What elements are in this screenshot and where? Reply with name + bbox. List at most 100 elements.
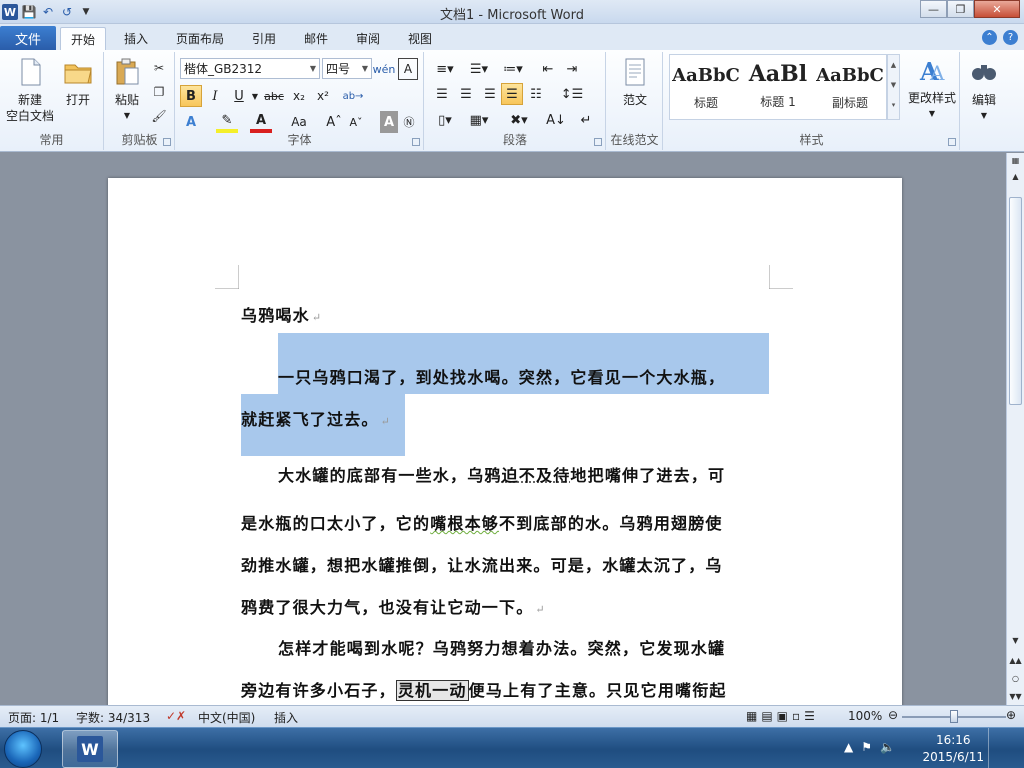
font-color-icon[interactable]: A [250,111,272,133]
enclose-characters-icon[interactable]: Ⓝ [400,111,418,133]
copy-icon[interactable]: ❐ [149,82,169,102]
show-hidden-icons-icon[interactable]: ▲ [844,740,853,754]
paragraph-2-line-3[interactable]: 劲推水罐，想把水罐推倒，让水流出来。可是，水罐太沉了，乌 [241,552,723,576]
style-heading-1[interactable]: AaBl 标题 1 [742,55,814,119]
change-styles-button[interactable]: AA 更改样式 ▼ [904,54,960,122]
italic-button[interactable]: I [204,85,226,107]
paragraph-3-line-1[interactable]: 怎样才能喝到水呢？乌鸦努力想着办法。突然，它发现水罐 [278,635,725,659]
editing-button[interactable]: 编辑 ▼ [966,56,1002,124]
show-desktop-button[interactable] [988,728,1024,768]
numbering-icon[interactable]: ☰▾ [465,58,493,80]
minimize-button[interactable]: — [920,0,947,18]
styles-gallery-scroll[interactable]: ▲ ▼ ▾ [887,54,900,120]
character-shading-icon[interactable]: A [380,111,398,133]
change-case-icon[interactable]: ab→ [342,85,364,107]
tab-home[interactable]: 开始 [60,27,107,50]
decrease-indent-icon[interactable]: ⇤ [537,58,559,80]
highlight-color-icon[interactable]: ✎ [216,111,238,133]
collapse-ribbon-icon[interactable]: ⌃ [982,30,997,45]
language-indicator[interactable]: 中文(中国) [198,709,255,726]
scroll-up-icon[interactable]: ▲ [1007,169,1024,185]
tab-view[interactable]: 视图 [398,27,442,50]
previous-page-icon[interactable]: ▲▲ [1007,653,1024,669]
paragraph-launcher-icon[interactable] [594,138,602,146]
next-page-icon[interactable]: ▼▼ [1007,689,1024,705]
style-subtitle[interactable]: AaBbC 副标题 [814,55,886,119]
close-button[interactable]: ✕ [974,0,1020,18]
chinese-layout-icon[interactable]: ✖▾ [505,109,533,131]
align-center-icon[interactable]: ☰ [455,83,477,105]
styles-launcher-icon[interactable] [948,138,956,146]
font-launcher-icon[interactable] [412,138,420,146]
zoom-out-icon[interactable]: ⊖ [888,708,898,722]
tab-references[interactable]: 引用 [242,27,286,50]
borders-icon[interactable]: ▦▾ [465,109,493,131]
line-spacing-icon[interactable]: ↕☰ [557,83,587,105]
view-buttons[interactable]: ▦▤▣▫☰ [746,709,819,723]
zoom-in-icon[interactable]: ⊕ [1006,708,1016,722]
paragraph-1-line-2[interactable]: 就赶紧飞了过去。 ↵ [241,406,391,430]
align-right-icon[interactable]: ☰ [479,83,501,105]
text-effects-icon[interactable]: A [180,111,202,133]
restore-button[interactable]: ❐ [947,0,974,18]
word-count[interactable]: 字数: 34/313 [76,709,150,726]
paragraph-2-line-4[interactable]: 鸦费了很大力气，也没有让它动一下。 ↵ [241,594,546,618]
increase-indent-icon[interactable]: ⇥ [561,58,583,80]
tab-review[interactable]: 审阅 [346,27,390,50]
new-blank-document-button[interactable]: 新建 空白文档 [4,56,56,124]
scroll-down-icon[interactable]: ▼ [1007,633,1024,649]
sort-icon[interactable]: A↓ [545,109,567,131]
ruler-toggle-icon[interactable]: ▦ [1007,153,1024,169]
vertical-scrollbar[interactable]: ▦ ▲ ▼ ▲▲ ○ ▼▼ [1006,153,1024,705]
show-hide-marks-icon[interactable]: ↵ [575,109,597,131]
phonetic-guide-icon[interactable]: wén [373,58,396,80]
font-name-combo[interactable]: 楷体_GB2312 ▼ [180,58,320,79]
subscript-button[interactable]: x₂ [288,85,310,107]
bullets-icon[interactable]: ≡▾ [431,58,459,80]
browse-object-icon[interactable]: ○ [1007,671,1024,687]
insert-mode-indicator[interactable]: 插入 [274,709,298,726]
sample-essay-button[interactable]: 范文 [613,56,657,108]
underline-button[interactable]: U [228,85,250,107]
action-center-icon[interactable]: ⚑ [861,740,872,754]
change-case-aa-icon[interactable]: Aa [284,111,314,133]
paragraph-1-line-1[interactable]: 一只乌鸦口渴了，到处找水喝。突然，它看见一个大水瓶， [278,364,725,388]
font-size-combo[interactable]: 四号 ▼ [322,58,372,79]
zoom-slider-thumb[interactable] [950,710,958,723]
bold-button[interactable]: B [180,85,202,107]
start-button[interactable] [4,730,42,768]
strikethrough-button[interactable]: abc [262,85,286,107]
zoom-level[interactable]: 100% [848,709,882,723]
page-count[interactable]: 页面: 1/1 [8,709,59,726]
justify-button[interactable]: ☰ [501,83,523,105]
paste-dropdown-icon[interactable]: ▼ [124,108,130,124]
grow-font-icon[interactable]: Aˆ [324,111,344,133]
proofing-icon[interactable]: ✓✗ [166,709,186,723]
cut-icon[interactable]: ✂ [149,58,169,78]
style-title[interactable]: AaBbC 标题 [670,55,742,119]
clipboard-launcher-icon[interactable] [163,138,171,146]
taskbar-word-button[interactable]: W [62,730,118,768]
underline-dropdown-icon[interactable]: ▼ [250,85,260,107]
format-painter-icon[interactable]: 🖌 [149,106,169,126]
clock[interactable]: 16:16 2015/6/11 [922,732,984,766]
tab-page-layout[interactable]: 页面布局 [166,27,234,50]
paste-button[interactable]: 粘贴 ▼ [109,56,145,124]
superscript-button[interactable]: x² [312,85,334,107]
volume-icon[interactable]: 🔈 [880,740,895,754]
tab-file[interactable]: 文件 [0,26,56,50]
align-left-icon[interactable]: ☰ [431,83,453,105]
character-border-icon[interactable]: A [398,58,418,80]
scroll-thumb[interactable] [1009,197,1022,405]
shading-icon[interactable]: ▯▾ [431,109,459,131]
distributed-align-icon[interactable]: ☷ [525,83,547,105]
shrink-font-icon[interactable]: Aˇ [346,111,366,133]
paragraph-2-line-1[interactable]: 大水罐的底部有一些水，乌鸦迫不及待地把嘴伸了进去，可 [278,462,725,486]
multilevel-list-icon[interactable]: ≔▾ [499,58,527,80]
tab-mailings[interactable]: 邮件 [294,27,338,50]
tab-insert[interactable]: 插入 [114,27,158,50]
paragraph-3-line-2[interactable]: 旁边有许多小石子， 灵机一动 便马上有了主意。只见它用嘴衔起 [241,677,727,701]
document-page[interactable]: 乌鸦喝水 ↵ 一只乌鸦口渴了，到处找水喝。突然，它看见一个大水瓶， 就赶紧飞了过去… [108,178,902,705]
paragraph-2-line-2[interactable]: 是水瓶的口太小了，它的嘴根本够不到底部的水。乌鸦用翅膀使 [241,510,723,534]
open-button[interactable]: 打开 [58,56,98,108]
